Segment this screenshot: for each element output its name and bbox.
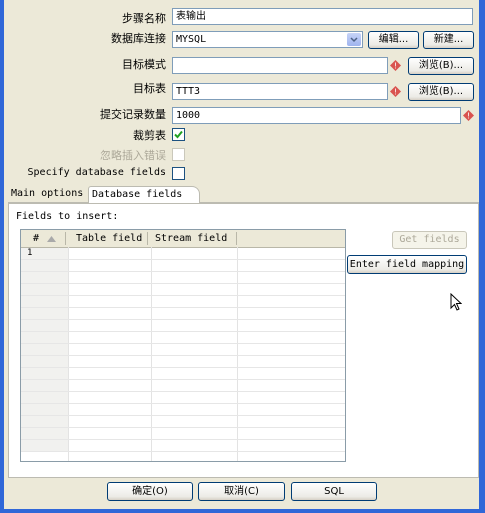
empty-row [21,416,345,428]
empty-row [21,344,345,356]
fields-table[interactable]: # Table field Stream field 1 [20,229,346,462]
commit-size-label: 提交记录数量 [100,108,166,121]
mouse-cursor-icon [450,293,462,311]
header-divider [65,232,66,245]
empty-row [21,392,345,404]
empty-row [21,332,345,344]
empty-row [21,308,345,320]
truncate-table-label: 裁剪表 [133,129,166,142]
specify-fields-label: Specify database fields [27,167,166,178]
enter-field-mapping-button[interactable]: Enter field mapping [347,255,467,274]
truncate-table-checkbox[interactable] [172,128,185,141]
empty-row [21,404,345,416]
cancel-button[interactable]: 取消(C) [198,482,285,501]
target-schema-input[interactable] [172,57,388,74]
row-number: 1 [21,248,68,259]
empty-row [21,272,345,284]
header-divider [147,232,148,245]
window-frame: 步骤名称 表输出 数据库连接 MYSQL 编辑... 新建... 目标模式 ! … [0,0,485,513]
ignore-errors-label: 忽略插入错误 [100,149,166,162]
tab-strip: Main options Database fields [8,186,479,203]
column-header-table-field[interactable]: Table field [76,230,142,247]
ignore-errors-checkbox[interactable] [172,148,185,161]
target-table-label: 目标表 [133,82,166,95]
connection-select[interactable]: MYSQL [172,31,363,48]
step-name-input[interactable]: 表输出 [172,8,473,25]
browse-table-button[interactable]: 浏览(B)... [408,83,474,101]
checkmark-icon [174,130,183,139]
get-fields-button[interactable]: Get fields [392,231,467,249]
sort-ascending-icon [47,236,56,242]
connection-select-value: MYSQL [176,34,207,45]
table-row[interactable]: 1 [21,248,345,260]
empty-row [21,284,345,296]
tab-database-fields[interactable]: Database fields [88,186,200,203]
svg-text:!: ! [467,112,470,121]
fields-to-insert-label: Fields to insert: [16,211,119,222]
svg-text:!: ! [394,62,397,71]
column-header-number[interactable]: # [33,230,39,247]
specify-fields-checkbox[interactable] [172,167,185,180]
empty-row [21,380,345,392]
commit-size-input[interactable]: 1000 [172,107,461,124]
empty-row [21,320,345,332]
browse-schema-button[interactable]: 浏览(B)... [408,57,474,75]
table-header: # Table field Stream field [21,230,345,248]
column-header-stream-field[interactable]: Stream field [155,230,227,247]
dialog-body: 步骤名称 表输出 数据库连接 MYSQL 编辑... 新建... 目标模式 ! … [4,0,479,509]
empty-row [21,296,345,308]
required-field-icon: ! [463,110,474,121]
target-table-input[interactable]: TTT3 [172,83,388,100]
empty-row [21,260,345,272]
sql-button[interactable]: SQL [291,482,377,501]
connection-label: 数据库连接 [111,32,166,45]
edit-connection-button[interactable]: 编辑... [368,31,419,49]
step-name-label: 步骤名称 [122,12,166,25]
target-schema-label: 目标模式 [122,58,166,71]
chevron-down-icon[interactable] [347,33,361,46]
ok-button[interactable]: 确定(O) [107,482,193,501]
required-field-icon: ! [390,60,401,71]
tab-main-options[interactable]: Main options [8,186,88,203]
empty-row [21,440,345,452]
header-divider [236,232,237,245]
new-connection-button[interactable]: 新建... [423,31,474,49]
required-field-icon: ! [390,86,401,97]
empty-row [21,368,345,380]
empty-row [21,428,345,440]
svg-text:!: ! [394,88,397,97]
empty-row [21,356,345,368]
